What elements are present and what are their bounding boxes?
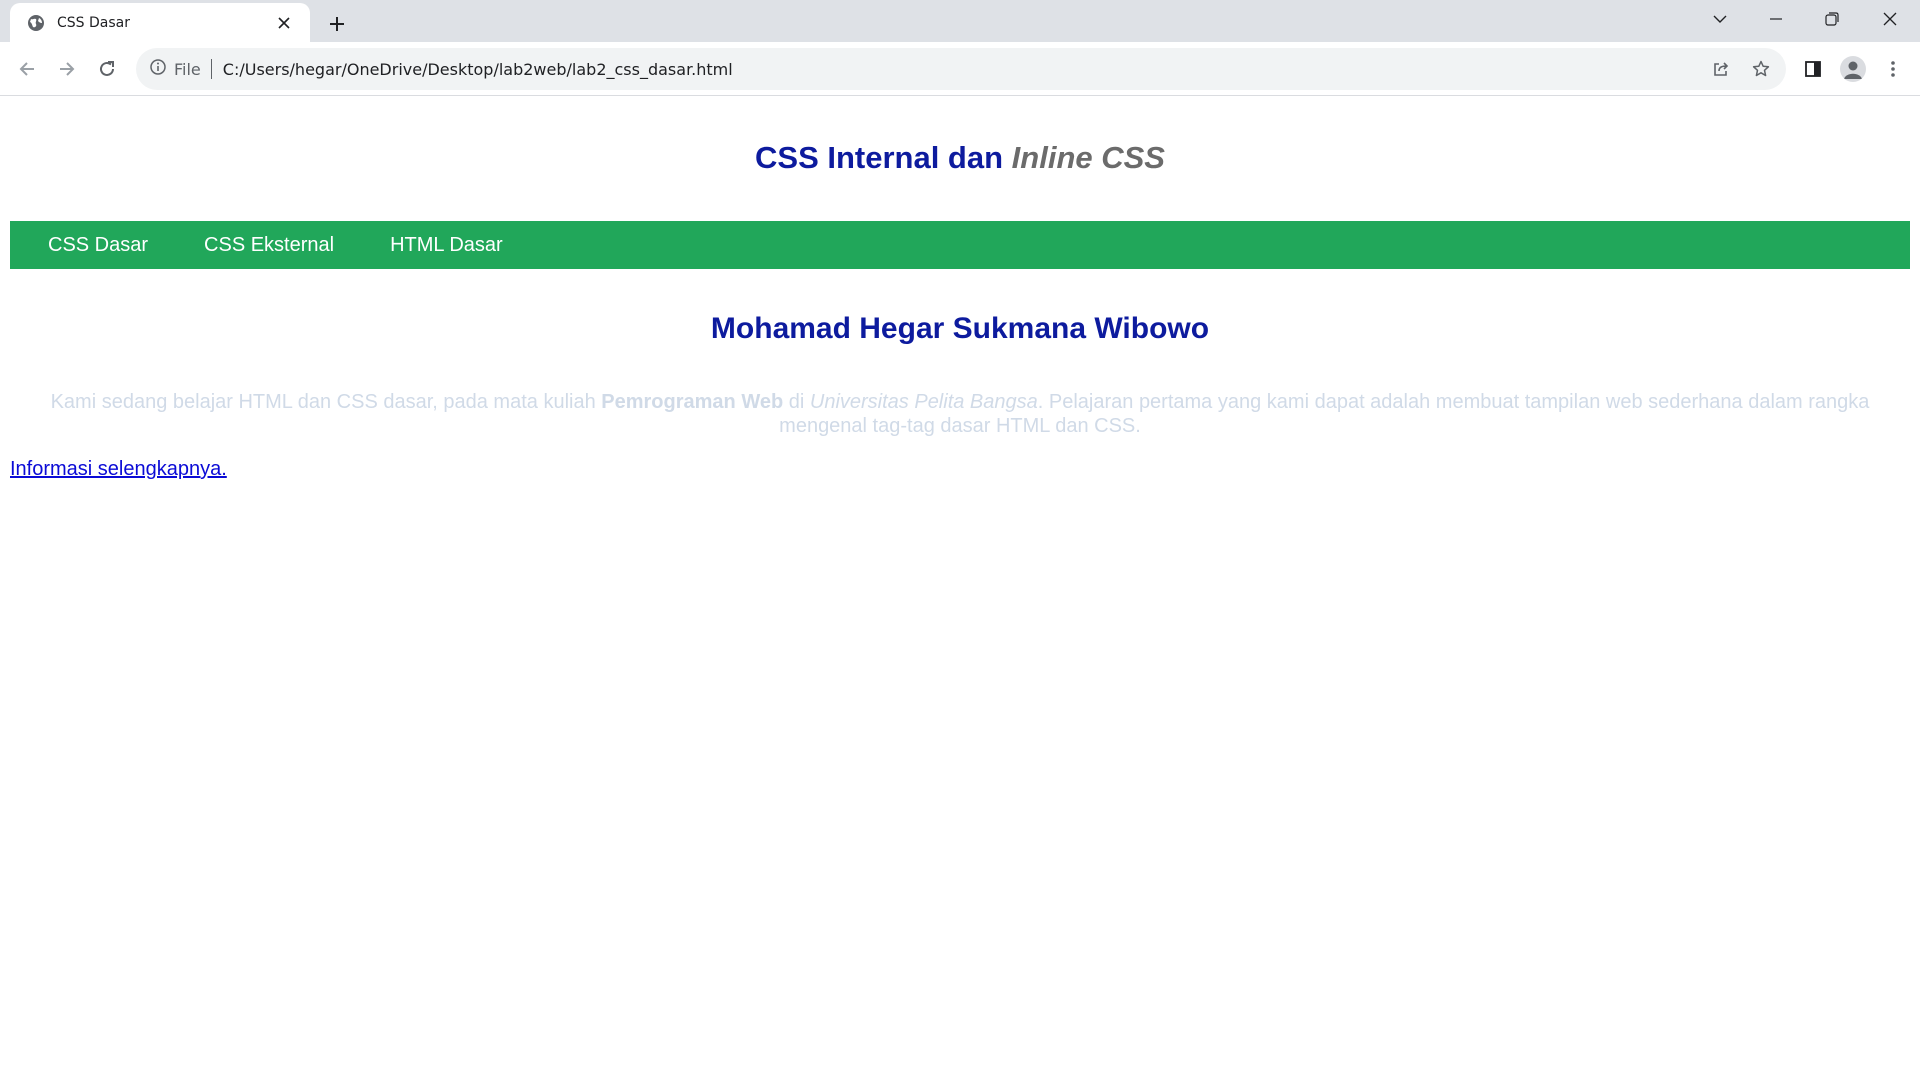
nav-link-css-dasar[interactable]: CSS Dasar <box>20 221 176 269</box>
info-icon <box>150 58 166 80</box>
address-scheme-label: File <box>174 59 201 79</box>
address-divider <box>210 59 212 79</box>
close-window-icon[interactable] <box>1862 0 1918 38</box>
tab-close-icon[interactable] <box>272 11 296 35</box>
author-heading: Mohamad Hegar Sukmana Wibowo <box>710 312 1210 345</box>
address-bar[interactable]: File C:/Users/hegar/OneDrive/Desktop/lab… <box>136 48 1786 90</box>
page-title: CSS Internal dan Inline CSS <box>0 139 1920 177</box>
more-info-link[interactable]: Informasi selengkapnya. <box>10 457 227 481</box>
back-arrow-icon[interactable] <box>10 52 44 86</box>
forward-arrow-icon[interactable] <box>50 52 84 86</box>
bookmark-star-icon[interactable] <box>1744 52 1778 86</box>
url-text[interactable]: C:/Users/hegar/OneDrive/Desktop/lab2web/… <box>223 60 733 79</box>
site-info-button[interactable]: File <box>150 58 201 80</box>
minimize-icon[interactable] <box>1748 0 1804 38</box>
page-title-main: CSS Internal dan <box>755 140 1012 175</box>
profile-button[interactable] <box>1836 52 1870 86</box>
share-icon[interactable] <box>1704 52 1738 86</box>
restore-icon[interactable] <box>1804 0 1860 38</box>
nav-link-css-eksternal[interactable]: CSS Eksternal <box>176 221 362 269</box>
side-panel-icon[interactable] <box>1796 52 1830 86</box>
paragraph-bold-course: Pemrograman Web <box>601 391 784 413</box>
avatar-icon <box>1840 56 1866 82</box>
paragraph-text-1: Kami sedang belajar HTML dan CSS dasar, … <box>50 391 602 413</box>
new-tab-button[interactable] <box>322 9 352 39</box>
nav-link-html-dasar[interactable]: HTML Dasar <box>362 221 531 269</box>
main-navbar: CSS Dasar CSS Eksternal HTML Dasar <box>10 221 1910 269</box>
intro-paragraph: Kami sedang belajar HTML dan CSS dasar, … <box>40 390 1880 438</box>
browser-toolbar: File C:/Users/hegar/OneDrive/Desktop/lab… <box>0 42 1920 96</box>
paragraph-italic-university: Universitas Pelita Bangsa <box>809 391 1038 413</box>
page-title-emphasis: Inline CSS <box>1011 140 1165 175</box>
reload-icon[interactable] <box>90 52 124 86</box>
page-viewport: CSS Internal dan Inline CSS CSS Dasar CS… <box>0 97 1920 1080</box>
tab-active[interactable]: CSS Dasar <box>10 3 310 42</box>
menu-kebab-icon[interactable] <box>1876 52 1910 86</box>
globe-icon <box>26 13 46 33</box>
paragraph-text-2: di <box>783 391 810 413</box>
tab-strip: CSS Dasar <box>0 0 1920 42</box>
tab-search-chevron-icon[interactable] <box>1692 0 1748 38</box>
tab-title: CSS Dasar <box>57 14 130 31</box>
